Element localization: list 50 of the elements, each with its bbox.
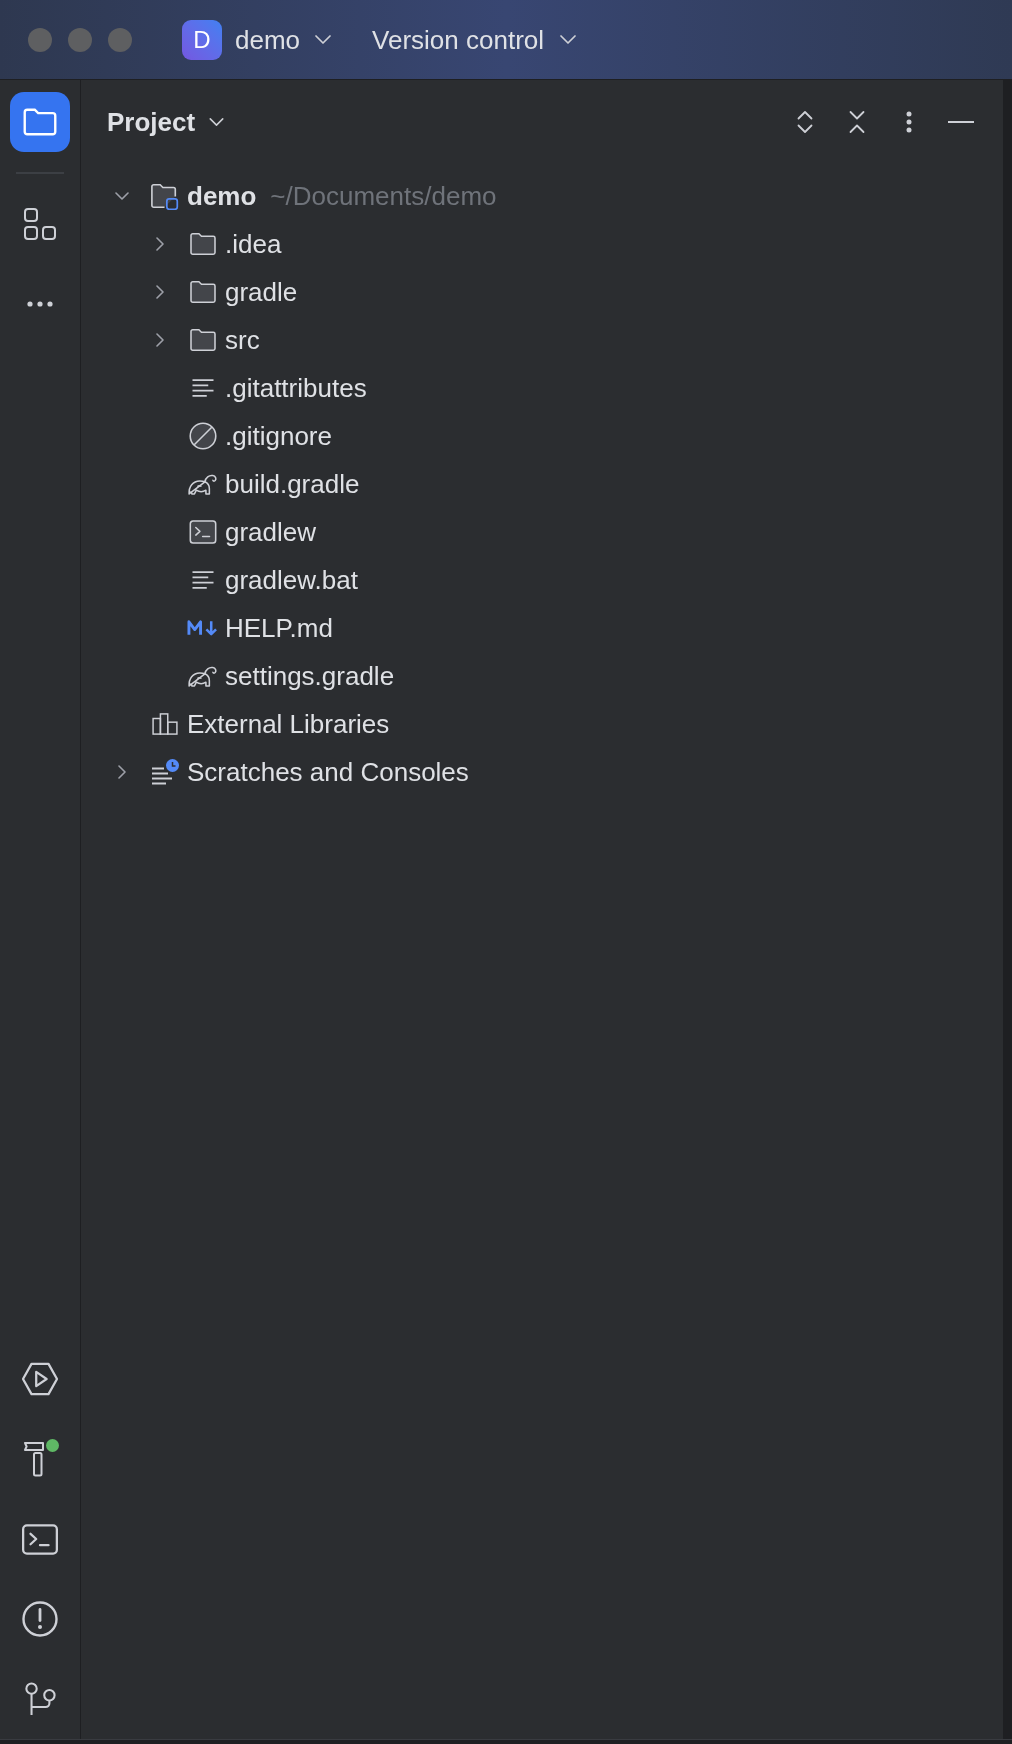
chevron-right-icon[interactable] bbox=[156, 333, 164, 347]
terminal-file-icon bbox=[188, 520, 217, 544]
chevron-right-icon[interactable] bbox=[156, 237, 164, 251]
circle-slash-icon bbox=[188, 422, 217, 450]
tree-item[interactable]: .idea bbox=[225, 228, 282, 260]
folder-icon bbox=[188, 232, 217, 256]
version-control-menu-button[interactable]: Version control bbox=[372, 26, 577, 53]
tree-item[interactable]: gradlew bbox=[225, 516, 317, 548]
text-lines-icon bbox=[190, 570, 215, 590]
project-view-menu-button[interactable]: Project bbox=[107, 109, 225, 135]
structure-icon bbox=[24, 208, 56, 240]
folder-icon bbox=[23, 108, 57, 136]
chevron-down-icon[interactable] bbox=[115, 192, 129, 200]
elephant-icon bbox=[187, 472, 218, 496]
folder-icon bbox=[188, 328, 217, 352]
folder-icon bbox=[188, 280, 217, 304]
collapse-all-icon[interactable] bbox=[849, 110, 865, 134]
exclamation-circle-icon bbox=[22, 1601, 58, 1637]
tree-item[interactable]: External Libraries bbox=[187, 708, 390, 740]
chevron-right-icon[interactable] bbox=[156, 285, 164, 299]
tree-item[interactable]: src bbox=[225, 324, 260, 356]
hexagon-play-icon bbox=[21, 1362, 59, 1396]
tree-item[interactable]: .gitignore bbox=[225, 420, 332, 452]
chevron-down-icon bbox=[209, 118, 225, 126]
lines-with-clock-icon bbox=[150, 758, 179, 786]
tree-item[interactable]: demo bbox=[187, 180, 257, 212]
elephant-icon bbox=[187, 664, 218, 688]
tree-item[interactable]: build.gradle bbox=[225, 468, 360, 500]
tree-item[interactable]: HELP.md bbox=[225, 612, 333, 644]
tree-item[interactable]: gradlew.bat bbox=[225, 564, 358, 596]
hammer-icon bbox=[22, 1441, 45, 1477]
text-lines-icon bbox=[190, 378, 215, 398]
project-menu-button[interactable]: D demo bbox=[182, 19, 332, 60]
chevron-down-icon bbox=[315, 35, 332, 44]
library-icon bbox=[151, 713, 178, 735]
more-icon[interactable] bbox=[27, 301, 53, 307]
branch-icon bbox=[24, 1682, 56, 1716]
project-badge: D bbox=[182, 19, 222, 60]
chevron-right-icon[interactable] bbox=[118, 765, 126, 779]
project-button[interactable] bbox=[10, 92, 70, 152]
terminal-icon bbox=[22, 1523, 58, 1555]
more-options-icon[interactable] bbox=[906, 111, 912, 133]
tree-item[interactable]: Scratches and Consoles bbox=[187, 756, 469, 788]
chevron-down-icon bbox=[560, 35, 577, 44]
expand-all-icon[interactable] bbox=[797, 110, 813, 134]
tree-item[interactable]: settings.gradle bbox=[225, 660, 395, 692]
markdown-icon bbox=[187, 620, 218, 636]
project-path: ~/Documents/demo bbox=[270, 180, 497, 212]
tree-item[interactable]: gradle bbox=[225, 276, 298, 308]
tree-item[interactable]: .gitattributes bbox=[225, 372, 367, 404]
